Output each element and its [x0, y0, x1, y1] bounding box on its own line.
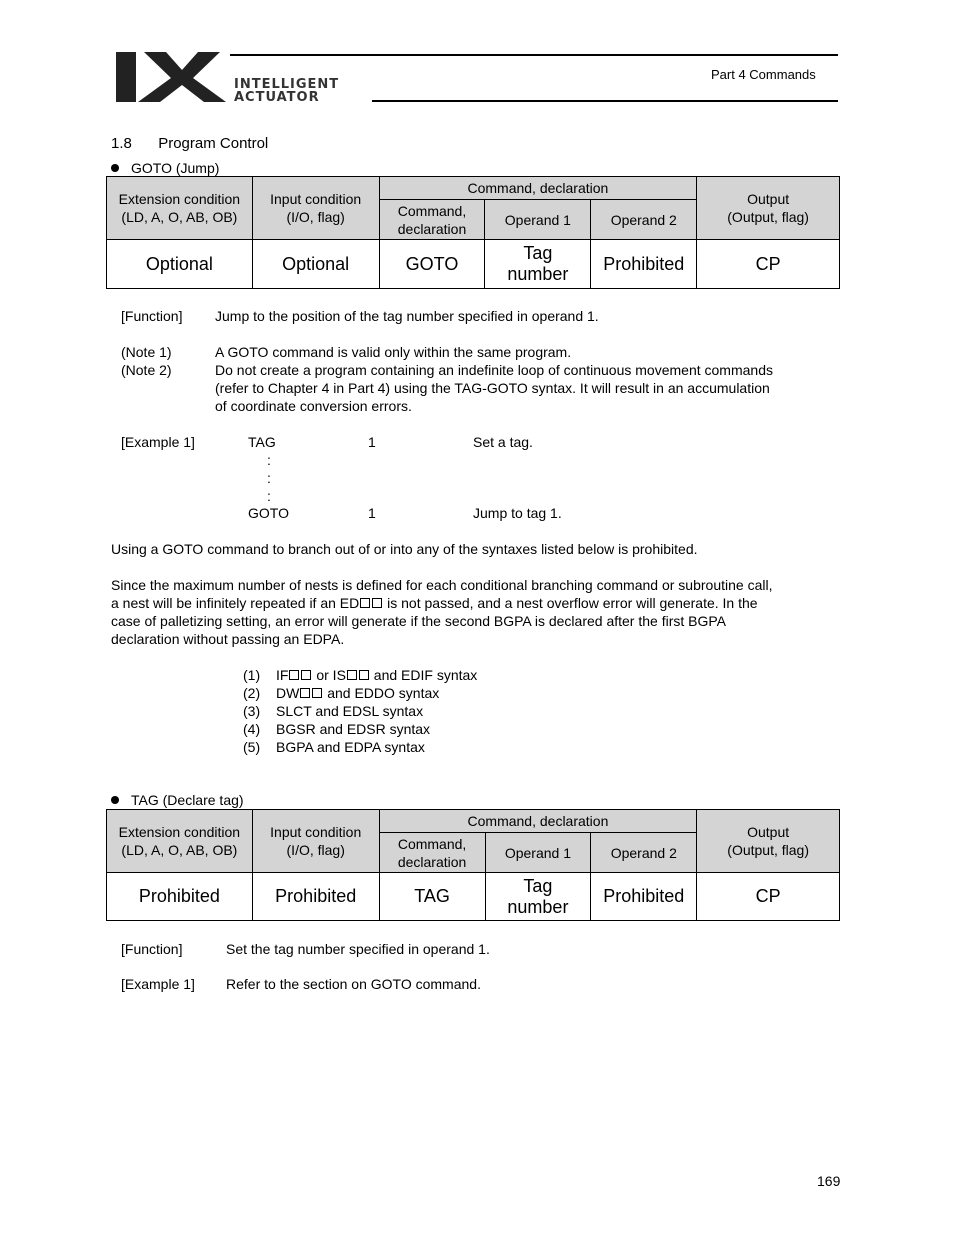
placeholder-box-icon [289, 670, 300, 680]
example-operand: 1 [368, 505, 376, 521]
example-cmd: GOTO [248, 505, 289, 521]
header-extension-condition: Extension condition (LD, A, O, AB, OB) [106, 809, 253, 873]
goto-command-table: Extension condition (LD, A, O, AB, OB) In… [106, 176, 840, 289]
header-output: Output (Output, flag) [696, 809, 840, 873]
goto-function-label: [Function] [121, 308, 183, 324]
cell-extension: Optional [106, 239, 253, 289]
goto-paragraph-1: Using a GOTO command to branch out of or… [111, 541, 698, 557]
list-item: (2) DW and EDDO syntax [243, 685, 440, 701]
tag-bullet: TAG (Declare tag) [111, 791, 244, 809]
cell-command: TAG [378, 872, 486, 921]
header-extension-condition: Extension condition (LD, A, O, AB, OB) [106, 176, 253, 240]
header-rule-lower [372, 100, 838, 102]
tag-command-table: Extension condition (LD, A, O, AB, OB) In… [106, 809, 840, 921]
prohibited-syntax-list: (1) IF or IS and EDIF syntax (2) DW and ED… [243, 666, 477, 756]
cell-extension: Prohibited [106, 872, 253, 921]
table-row: Optional Optional GOTO Tag number Prohibi… [106, 239, 840, 289]
example-comment: Jump to tag 1. [473, 505, 562, 521]
cell-output: CP [696, 872, 840, 921]
section-heading: 1.8 Program Control [111, 135, 268, 152]
ellipsis: : [267, 452, 271, 468]
page-number: 169 [817, 1173, 841, 1189]
cell-output: CP [696, 239, 840, 289]
example-comment: Set a tag. [473, 434, 533, 450]
header-command-group: Command, declaration [378, 809, 698, 833]
header-operand-2: Operand 2 [590, 832, 698, 873]
tag-example-label: [Example 1] [121, 976, 195, 992]
table-row: Prohibited Prohibited TAG Tag number Proh… [106, 872, 840, 921]
placeholder-box-icon [360, 598, 371, 608]
header-input-condition: Input condition (I/O, flag) [251, 176, 380, 240]
goto-paragraph-2: Since the maximum number of nests is def… [111, 577, 773, 647]
cell-operand-2: Prohibited [590, 872, 698, 921]
ellipsis: : [267, 470, 271, 486]
goto-bullet: GOTO (Jump) [111, 159, 219, 177]
list-item: (3) SLCT and EDSL syntax [243, 703, 424, 719]
header-output: Output (Output, flag) [696, 176, 840, 240]
header-section-ref: Part 4 Commands [711, 67, 816, 82]
header-command: Command, declaration [378, 832, 486, 873]
placeholder-box-icon [358, 670, 369, 680]
ix-logo-icon [116, 52, 226, 102]
cell-input: Optional [251, 239, 380, 289]
placeholder-box-icon [301, 670, 312, 680]
note-1-text: A GOTO command is valid only within the … [215, 344, 572, 360]
note-2-label: (Note 2) [121, 362, 172, 378]
note-2-text: Do not create a program containing an in… [215, 362, 773, 414]
example-cmd: TAG [248, 434, 276, 450]
placeholder-box-icon [346, 670, 357, 680]
list-item: (4) BGSR and EDSR syntax [243, 721, 431, 737]
header-rule [230, 54, 838, 56]
goto-example-label: [Example 1] [121, 434, 195, 450]
bullet-icon [111, 164, 119, 172]
header-operand-1: Operand 1 [484, 199, 592, 240]
section-number: 1.8 [111, 135, 132, 152]
cell-operand-2: Prohibited [590, 239, 698, 289]
tag-function-label: [Function] [121, 941, 183, 957]
ellipsis: : [267, 488, 271, 504]
section-title: Program Control [158, 135, 269, 152]
placeholder-box-icon [300, 688, 311, 698]
header-operand-2: Operand 2 [590, 199, 698, 240]
cell-operand-1: Tag number [484, 872, 592, 921]
goto-function-text: Jump to the position of the tag number s… [215, 308, 599, 324]
example-operand: 1 [368, 434, 376, 450]
header-input-condition: Input condition (I/O, flag) [251, 809, 380, 873]
cell-command: GOTO [378, 239, 486, 289]
cell-operand-1: Tag number [484, 239, 592, 289]
list-item: (5) BGPA and EDPA syntax [243, 739, 425, 755]
list-item: (1) IF or IS and EDIF syntax [243, 667, 478, 683]
placeholder-box-icon [372, 598, 383, 608]
bullet-icon [111, 796, 119, 804]
header-command-group: Command, declaration [378, 176, 698, 200]
note-1-label: (Note 1) [121, 344, 172, 360]
header-command: Command, declaration [378, 199, 486, 240]
brand-name: INTELLIGENT ACTUATOR [234, 77, 340, 105]
header-operand-1: Operand 1 [484, 832, 592, 873]
tag-function-text: Set the tag number specified in operand … [226, 941, 490, 957]
tag-example-text: Refer to the section on GOTO command. [226, 976, 481, 992]
cell-input: Prohibited [251, 872, 380, 921]
placeholder-box-icon [312, 688, 323, 698]
